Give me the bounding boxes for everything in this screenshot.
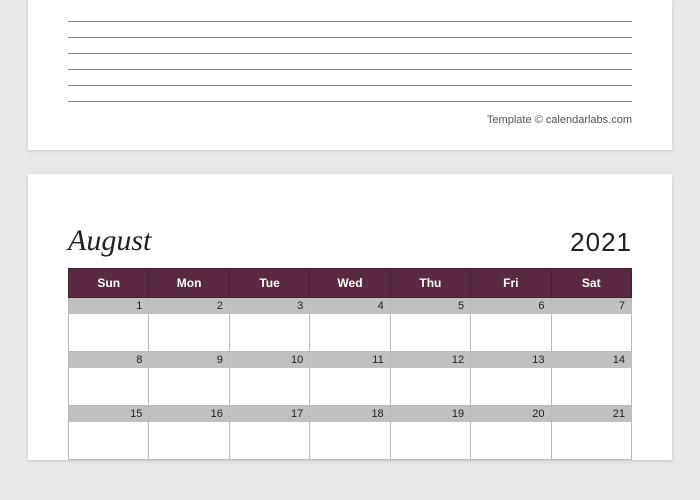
- day-header: Mon: [149, 269, 229, 298]
- day-header: Wed: [310, 269, 390, 298]
- note-line: [68, 54, 632, 70]
- day-number: 6: [471, 298, 550, 314]
- day-cell[interactable]: 2: [149, 298, 229, 352]
- day-cell[interactable]: 3: [229, 298, 309, 352]
- day-number: 14: [552, 352, 631, 368]
- day-number: 16: [149, 406, 228, 422]
- day-cell[interactable]: 20: [471, 406, 551, 460]
- day-cell[interactable]: 5: [390, 298, 470, 352]
- day-number: 17: [230, 406, 309, 422]
- day-number: 2: [149, 298, 228, 314]
- week-row: 1 2 3 4 5 6 7: [69, 298, 632, 352]
- day-number: 13: [471, 352, 550, 368]
- note-line: [68, 70, 632, 86]
- day-number: 18: [310, 406, 389, 422]
- day-header: Sun: [69, 269, 149, 298]
- day-cell[interactable]: 9: [149, 352, 229, 406]
- day-cell[interactable]: 8: [69, 352, 149, 406]
- week-row: 8 9 10 11 12 13 14: [69, 352, 632, 406]
- day-number: 8: [69, 352, 148, 368]
- day-cell[interactable]: 12: [390, 352, 470, 406]
- day-cell[interactable]: 21: [551, 406, 631, 460]
- notes-area[interactable]: [68, 0, 632, 102]
- day-cell[interactable]: 10: [229, 352, 309, 406]
- day-cell[interactable]: 1: [69, 298, 149, 352]
- day-number: 1: [69, 298, 148, 314]
- day-cell[interactable]: 11: [310, 352, 390, 406]
- day-header: Fri: [471, 269, 551, 298]
- day-cell[interactable]: 7: [551, 298, 631, 352]
- day-cell[interactable]: 14: [551, 352, 631, 406]
- day-cell[interactable]: 16: [149, 406, 229, 460]
- day-cell[interactable]: 4: [310, 298, 390, 352]
- day-number: 9: [149, 352, 228, 368]
- day-number: 15: [69, 406, 148, 422]
- day-number: 21: [552, 406, 631, 422]
- year: 2021: [570, 227, 632, 258]
- day-number: 11: [310, 352, 389, 368]
- note-line: [68, 86, 632, 102]
- calendar-grid: Sun Mon Tue Wed Thu Fri Sat 1 2 3 4 5 6 …: [68, 268, 632, 460]
- template-credit: Template © calendarlabs.com: [68, 114, 632, 126]
- day-number: 4: [310, 298, 389, 314]
- day-number: 7: [552, 298, 631, 314]
- day-number: 20: [471, 406, 550, 422]
- day-header: Tue: [229, 269, 309, 298]
- calendar-page: August 2021 Sun Mon Tue Wed Thu Fri Sat …: [28, 174, 672, 460]
- day-cell[interactable]: 18: [310, 406, 390, 460]
- day-number: 3: [230, 298, 309, 314]
- day-cell[interactable]: 19: [390, 406, 470, 460]
- day-cell[interactable]: 15: [69, 406, 149, 460]
- prev-page-bottom: Template © calendarlabs.com: [28, 0, 672, 150]
- day-header: Sat: [551, 269, 631, 298]
- day-cell[interactable]: 13: [471, 352, 551, 406]
- note-line: [68, 22, 632, 38]
- day-number: 10: [230, 352, 309, 368]
- month-name: August: [68, 224, 151, 258]
- day-header-row: Sun Mon Tue Wed Thu Fri Sat: [69, 269, 632, 298]
- note-line: [68, 6, 632, 22]
- calendar-header: August 2021: [68, 224, 632, 258]
- day-header: Thu: [390, 269, 470, 298]
- day-number: 5: [391, 298, 470, 314]
- day-cell[interactable]: 17: [229, 406, 309, 460]
- day-cell[interactable]: 6: [471, 298, 551, 352]
- week-row: 15 16 17 18 19 20 21: [69, 406, 632, 460]
- day-number: 12: [391, 352, 470, 368]
- note-line: [68, 38, 632, 54]
- day-number: 19: [391, 406, 470, 422]
